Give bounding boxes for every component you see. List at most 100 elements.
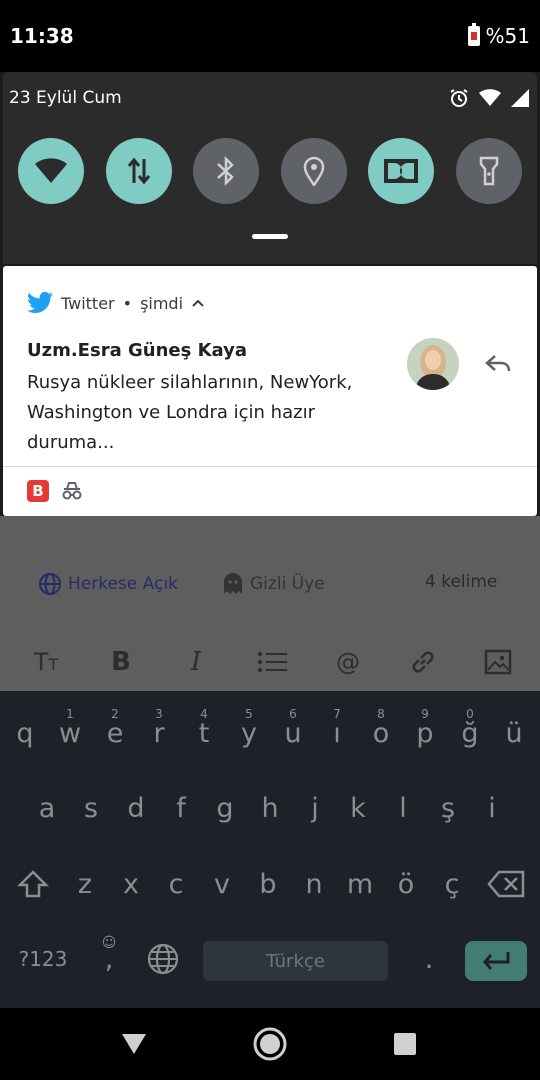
bold-icon: B: [111, 647, 131, 677]
ghost-icon: [224, 573, 242, 594]
wifi-tile[interactable]: [18, 138, 84, 204]
image-button[interactable]: [480, 644, 516, 680]
key-k[interactable]: k: [335, 778, 381, 838]
location-tile[interactable]: [281, 138, 347, 204]
anonymous-label: Gizli Üye: [250, 574, 325, 594]
key-w[interactable]: 1w: [47, 703, 93, 763]
key-j[interactable]: j: [292, 778, 338, 838]
comma-key[interactable]: ☺ ,: [86, 929, 132, 989]
header-separator: •: [122, 293, 133, 313]
key-e[interactable]: 2e: [92, 703, 138, 763]
status-bar: 11:38 %51: [0, 0, 540, 72]
bluetooth-tile[interactable]: [193, 138, 259, 204]
key-u-umlaut[interactable]: ü: [491, 703, 537, 763]
key-t[interactable]: 4t: [181, 703, 227, 763]
shift-key[interactable]: [10, 854, 56, 914]
key-dotless-i[interactable]: 7ı: [314, 703, 360, 763]
backspace-key[interactable]: [483, 854, 529, 914]
symbols-key[interactable]: ?123: [12, 929, 74, 989]
key-c[interactable]: c: [153, 854, 199, 914]
chevron-up-icon[interactable]: [191, 298, 205, 308]
image-icon: [484, 649, 512, 675]
key-f[interactable]: f: [158, 778, 204, 838]
key-n[interactable]: n: [291, 854, 337, 914]
qs-expand-handle[interactable]: [252, 234, 288, 239]
alarm-icon: [450, 89, 468, 107]
key-s[interactable]: s: [68, 778, 114, 838]
globe-icon: [147, 943, 179, 975]
key-g-breve[interactable]: 0ğ: [447, 703, 493, 763]
text-size-button[interactable]: TT: [28, 644, 64, 680]
link-icon: [412, 651, 434, 673]
space-bar[interactable]: Türkçe: [203, 941, 388, 981]
format-toolbar: TT B I @: [0, 644, 540, 680]
key-v[interactable]: v: [199, 854, 245, 914]
globe-icon: [39, 573, 61, 595]
notification-header: Twitter • şimdi: [27, 292, 205, 314]
home-icon[interactable]: [252, 1026, 288, 1062]
twitter-notification[interactable]: Twitter • şimdi Uzm.Esra Güneş Kaya Rusy…: [3, 266, 537, 516]
signal-icon: [511, 89, 529, 107]
reply-icon[interactable]: [483, 350, 513, 380]
italic-button[interactable]: I: [178, 644, 214, 680]
key-o[interactable]: 8o: [358, 703, 404, 763]
wifi-status-icon: [479, 89, 501, 106]
language-key[interactable]: [140, 929, 186, 989]
navigation-bar: [0, 1008, 540, 1080]
quick-settings-panel: 23 Eylül Cum: [3, 72, 537, 264]
recents-icon[interactable]: [394, 1033, 416, 1055]
link-button[interactable]: [405, 644, 441, 680]
key-u[interactable]: 6u: [270, 703, 316, 763]
notification-app-name: Twitter: [61, 293, 115, 313]
key-m[interactable]: m: [337, 854, 383, 914]
location-pin-icon: [303, 156, 325, 186]
key-r[interactable]: 3r: [136, 703, 182, 763]
qs-date[interactable]: 23 Eylül Cum: [9, 88, 122, 108]
shift-icon: [17, 870, 49, 898]
clock: 11:38: [10, 24, 74, 48]
key-a[interactable]: a: [24, 778, 70, 838]
key-i[interactable]: i: [469, 778, 515, 838]
b-app-icon: B: [27, 480, 49, 502]
visibility-selector[interactable]: Herkese Açık: [38, 572, 178, 596]
incognito-icon: [62, 482, 82, 500]
keyboard: q 1w 2e 3r 4t 5y 6u 7ı 8o 9p 0ğ ü a s d …: [0, 691, 540, 1008]
key-h[interactable]: h: [247, 778, 293, 838]
at-icon: @: [336, 648, 360, 676]
key-c-cedilla[interactable]: ç: [429, 854, 475, 914]
visibility-label: Herkese Açık: [68, 574, 178, 594]
mobile-data-tile[interactable]: [106, 138, 172, 204]
key-d[interactable]: d: [113, 778, 159, 838]
list-icon: [258, 652, 287, 672]
key-z[interactable]: z: [62, 854, 108, 914]
back-icon[interactable]: [120, 1032, 148, 1056]
bold-button[interactable]: B: [103, 644, 139, 680]
key-y[interactable]: 5y: [226, 703, 272, 763]
key-p[interactable]: 9p: [402, 703, 448, 763]
emoji-hint-icon: ☺: [101, 935, 117, 951]
dolby-tile[interactable]: [368, 138, 434, 204]
period-key[interactable]: .: [406, 929, 452, 989]
text-size-icon: TT: [33, 648, 59, 676]
enter-key[interactable]: [465, 941, 527, 981]
editor-area: Herkese Açık Gizli Üye 4 kelime TT B I @: [0, 516, 540, 691]
key-s-cedilla[interactable]: ş: [425, 778, 471, 838]
flashlight-icon: [479, 156, 499, 186]
key-l[interactable]: l: [380, 778, 426, 838]
data-transfer-icon: [127, 157, 151, 185]
twitter-bird-icon: [27, 292, 53, 313]
mention-button[interactable]: @: [330, 644, 366, 680]
key-x[interactable]: x: [108, 854, 154, 914]
flashlight-tile[interactable]: [456, 138, 522, 204]
backspace-icon: [487, 870, 525, 898]
battery-indicator: %51: [467, 23, 530, 48]
notification-footer-icons: B: [27, 480, 83, 502]
notification-title: Uzm.Esra Güneş Kaya: [27, 340, 247, 361]
key-o-umlaut[interactable]: ö: [383, 854, 429, 914]
key-b[interactable]: b: [245, 854, 291, 914]
dolby-icon: [384, 159, 418, 183]
key-g[interactable]: g: [202, 778, 248, 838]
list-button[interactable]: [254, 644, 290, 680]
key-q[interactable]: q: [2, 703, 48, 763]
anonymous-toggle[interactable]: Gizli Üye: [222, 572, 325, 596]
